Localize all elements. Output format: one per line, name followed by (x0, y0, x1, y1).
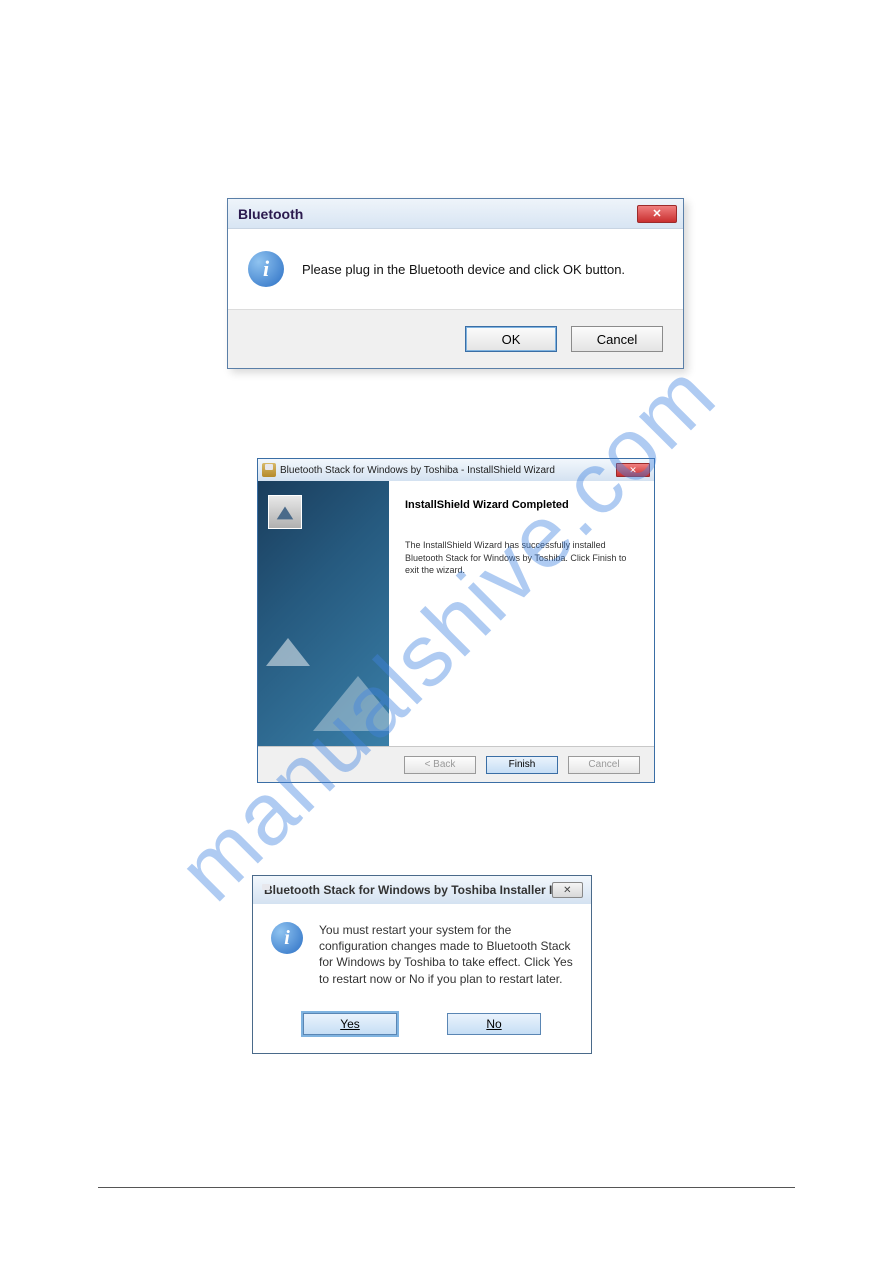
triangle-decor-icon (266, 638, 310, 666)
page-footer-separator (98, 1187, 795, 1188)
installshield-wizard-dialog: Bluetooth Stack for Windows by Toshiba -… (257, 458, 655, 783)
wizard-completed-text: The InstallShield Wizard has successfull… (405, 539, 638, 577)
cancel-button[interactable]: Cancel (571, 326, 663, 352)
dialog1-footer: OK Cancel (228, 309, 683, 368)
close-icon[interactable]: ✕ (616, 463, 650, 477)
dialog1-title: Bluetooth (238, 206, 303, 222)
close-icon[interactable]: ✕ (637, 205, 677, 223)
info-icon: i (248, 251, 284, 287)
dialog2-main: InstallShield Wizard Completed The Insta… (389, 481, 654, 746)
installer-icon (262, 463, 276, 477)
finish-button[interactable]: Finish (486, 756, 558, 774)
dialog3-title: Bluetooth Stack for Windows by Toshiba I… (259, 883, 552, 897)
dialog2-titlebar: Bluetooth Stack for Windows by Toshiba -… (258, 459, 654, 481)
dialog2-title-text: Bluetooth Stack for Windows by Toshiba -… (280, 465, 555, 476)
cancel-button: Cancel (568, 756, 640, 774)
close-icon[interactable]: ✕ (552, 882, 583, 898)
dialog3-body: i You must restart your system for the c… (253, 904, 591, 997)
dialog2-footer: < Back Finish Cancel (258, 746, 654, 782)
dialog1-body: i Please plug in the Bluetooth device an… (228, 229, 683, 309)
dialog2-body: InstallShield Wizard Completed The Insta… (258, 481, 654, 746)
dialog3-titlebar: Bluetooth Stack for Windows by Toshiba I… (253, 876, 591, 904)
no-button[interactable]: No (447, 1013, 541, 1035)
bluetooth-plug-dialog: Bluetooth ✕ i Please plug in the Bluetoo… (227, 198, 684, 369)
wizard-completed-heading: InstallShield Wizard Completed (405, 499, 638, 511)
dialog3-footer: Yes No (253, 997, 591, 1053)
dialog3-title-text: Bluetooth Stack for Windows by Toshiba I… (264, 883, 552, 897)
dialog1-titlebar: Bluetooth ✕ (228, 199, 683, 229)
info-icon: i (271, 922, 303, 954)
ok-button[interactable]: OK (465, 326, 557, 352)
dialog3-message: You must restart your system for the con… (319, 922, 573, 987)
restart-prompt-dialog: Bluetooth Stack for Windows by Toshiba I… (252, 875, 592, 1054)
dialog2-title: Bluetooth Stack for Windows by Toshiba -… (262, 463, 555, 477)
dialog1-message: Please plug in the Bluetooth device and … (302, 262, 625, 277)
back-button: < Back (404, 756, 476, 774)
installshield-logo-icon (268, 495, 302, 529)
yes-button[interactable]: Yes (303, 1013, 397, 1035)
wizard-side-banner (258, 481, 389, 746)
triangle-decor-icon (313, 676, 389, 731)
